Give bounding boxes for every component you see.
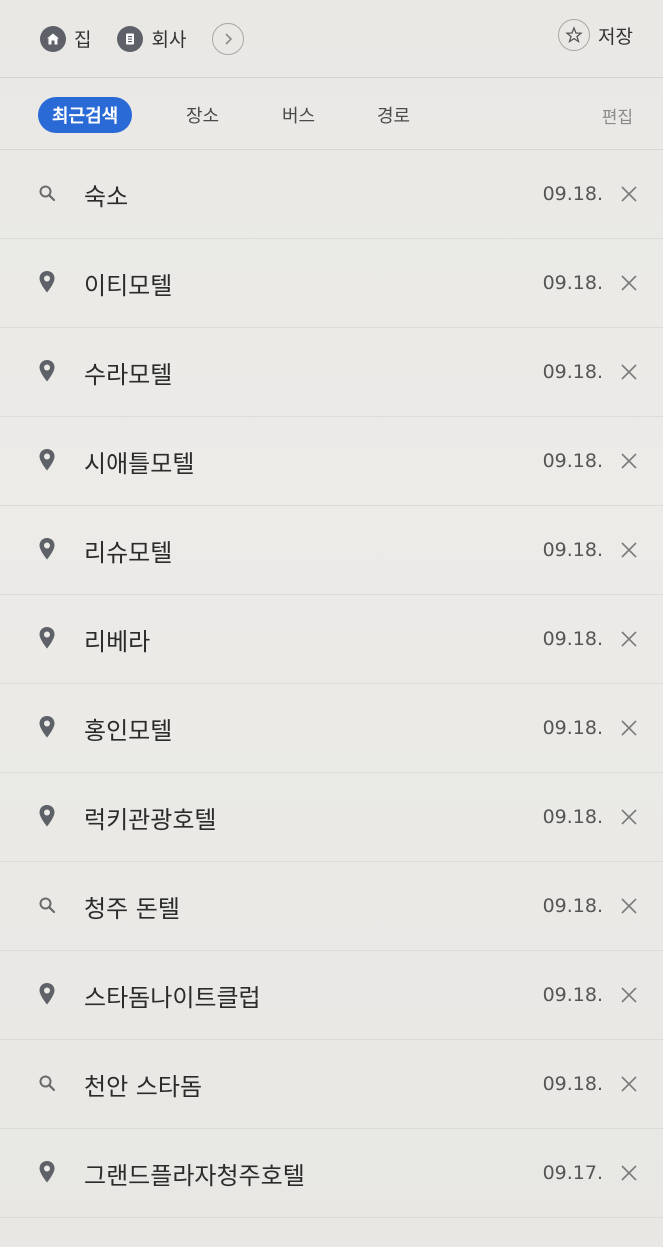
list-item[interactable]: 청주 돈텔 09.18. [0,862,663,951]
item-name: 럭키관광호텔 [84,805,217,834]
item-name: 그랜드플라자청주호텔 [84,1161,305,1190]
item-date: 09.18. [542,539,603,561]
place-pin-icon [36,625,58,651]
place-pin-icon [36,536,58,562]
item-date: 09.18. [542,717,603,739]
place-pin-icon [36,981,58,1007]
home-shortcut[interactable]: 집 [40,25,91,52]
item-date: 09.17. [542,1162,603,1184]
save-button[interactable]: 저장 [558,19,633,51]
list-item[interactable]: 리슈모텔 09.18. [0,506,663,595]
recent-search-list: 숙소 09.18. 이티모텔 09.18. 수라모텔 09.18. 시애틀모텔 09.18. 리… [0,150,663,1218]
item-date: 09.18. [542,806,603,828]
list-item[interactable]: 시애틀모텔 09.18. [0,417,663,506]
home-icon [40,25,66,52]
list-item[interactable]: 숙소 09.18. [0,150,663,239]
delete-icon[interactable] [617,983,641,1007]
item-name: 천안 스타돔 [84,1072,203,1101]
save-label: 저장 [598,25,633,48]
delete-icon[interactable] [617,360,641,384]
delete-icon[interactable] [617,182,641,206]
item-date: 09.18. [542,183,603,205]
delete-icon[interactable] [617,449,641,473]
edit-button[interactable]: 편집 [602,97,633,133]
search-icon [36,1070,58,1096]
list-item[interactable]: 그랜드플라자청주호텔 09.17. [0,1129,663,1218]
work-shortcut[interactable]: 회사 [117,25,186,52]
tab-routes[interactable]: 경로 [377,97,410,133]
home-label: 집 [74,29,92,51]
item-date: 09.18. [542,450,603,472]
delete-icon[interactable] [617,805,641,829]
list-item[interactable]: 이티모텔 09.18. [0,239,663,328]
item-date: 09.18. [542,984,603,1006]
place-pin-icon [36,1159,58,1185]
item-name: 시애틀모텔 [84,449,195,478]
shortcut-bar: 집 회사 저장 [0,0,663,78]
delete-icon[interactable] [617,1161,641,1185]
item-date: 09.18. [542,272,603,294]
chevron-right-icon [225,32,233,45]
recent-search-screen: 집 회사 저장 최근검색 장소 버스 경로 편집 숙소 09.18. 이티모텔 … [0,0,663,1247]
delete-icon[interactable] [617,627,641,651]
delete-icon[interactable] [617,538,641,562]
more-shortcuts-button[interactable] [212,22,245,55]
item-date: 09.18. [542,1073,603,1095]
building-icon [117,25,144,52]
item-name: 리베라 [84,627,151,656]
item-name: 이티모텔 [84,271,173,300]
search-icon [36,180,58,206]
category-tabs: 최근검색 장소 버스 경로 편집 [0,80,663,150]
tab-places[interactable]: 장소 [186,97,219,133]
delete-icon[interactable] [617,1072,641,1096]
list-item[interactable]: 천안 스타돔 09.18. [0,1040,663,1129]
place-pin-icon [36,358,58,384]
item-date: 09.18. [542,895,603,917]
item-name: 수라모텔 [84,360,173,389]
delete-icon[interactable] [617,271,641,295]
place-pin-icon [36,714,58,740]
tab-bus[interactable]: 버스 [282,97,315,133]
item-name: 청주 돈텔 [84,894,180,923]
item-name: 숙소 [84,182,129,211]
delete-icon[interactable] [617,716,641,740]
work-label: 회사 [151,29,187,51]
list-item[interactable]: 홍인모텔 09.18. [0,684,663,773]
search-icon [36,892,58,918]
delete-icon[interactable] [617,894,641,918]
list-item[interactable]: 럭키관광호텔 09.18. [0,773,663,862]
place-pin-icon [36,803,58,829]
place-pin-icon [36,447,58,473]
list-item[interactable]: 리베라 09.18. [0,595,663,684]
item-date: 09.18. [542,628,603,650]
tab-recent-search[interactable]: 최근검색 [38,97,133,133]
item-name: 홍인모텔 [84,716,173,745]
list-item[interactable]: 스타돔나이트클럽 09.18. [0,951,663,1040]
item-date: 09.18. [542,361,603,383]
item-name: 리슈모텔 [84,538,173,567]
place-pin-icon [36,269,58,295]
star-icon [558,19,591,51]
item-name: 스타돔나이트클럽 [84,983,261,1012]
list-item[interactable]: 수라모텔 09.18. [0,328,663,417]
